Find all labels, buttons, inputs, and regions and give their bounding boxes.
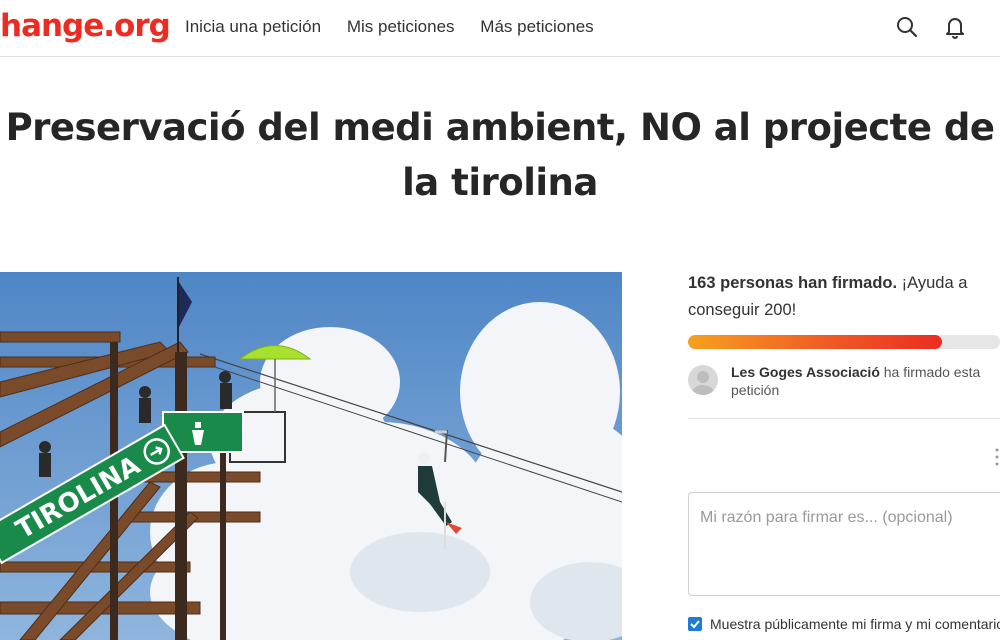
change-logo[interactable]: hange.org	[0, 8, 171, 44]
public-signature-checkbox[interactable]	[688, 617, 702, 631]
main-nav: Inicia una petición Mis peticiones Más p…	[185, 17, 615, 37]
progress-fill	[688, 335, 943, 349]
nav-more-petitions[interactable]: Más peticiones	[480, 17, 593, 37]
more-options-icon[interactable]	[994, 446, 1000, 468]
avatar	[688, 365, 718, 395]
divider	[688, 418, 1000, 419]
top-nav-bar: hange.org Inicia una petición Mis petici…	[0, 0, 1000, 57]
signature-progress-bar	[688, 335, 1000, 349]
signature-panel: 163 personas han firmado. ¡Ayuda a conse…	[688, 270, 1000, 324]
nav-my-petitions[interactable]: Mis peticiones	[347, 17, 455, 37]
recent-signer: Les Goges Associació ha firmado esta pet…	[688, 363, 1000, 419]
petition-photo: TIROLINA	[0, 272, 622, 640]
consent-label: Muestra públicamente mi firma y mi comen…	[710, 616, 1000, 632]
recent-signer-name: Les Goges Associació	[731, 364, 880, 380]
signature-count: 163 personas han firmado. ¡Ayuda a conse…	[688, 270, 1000, 324]
signature-count-bold: 163 personas han firmado.	[688, 274, 898, 292]
reason-textarea[interactable]	[688, 492, 1000, 596]
nav-start-petition[interactable]: Inicia una petición	[185, 17, 321, 37]
search-icon[interactable]	[894, 14, 920, 40]
public-signature-consent: Muestra públicamente mi firma y mi comen…	[688, 616, 1000, 636]
petition-title: Preservació del medi ambient, NO al proj…	[5, 106, 995, 204]
recent-signer-text: Les Goges Associació ha firmado esta pet…	[731, 363, 991, 399]
bell-icon[interactable]	[942, 14, 968, 40]
